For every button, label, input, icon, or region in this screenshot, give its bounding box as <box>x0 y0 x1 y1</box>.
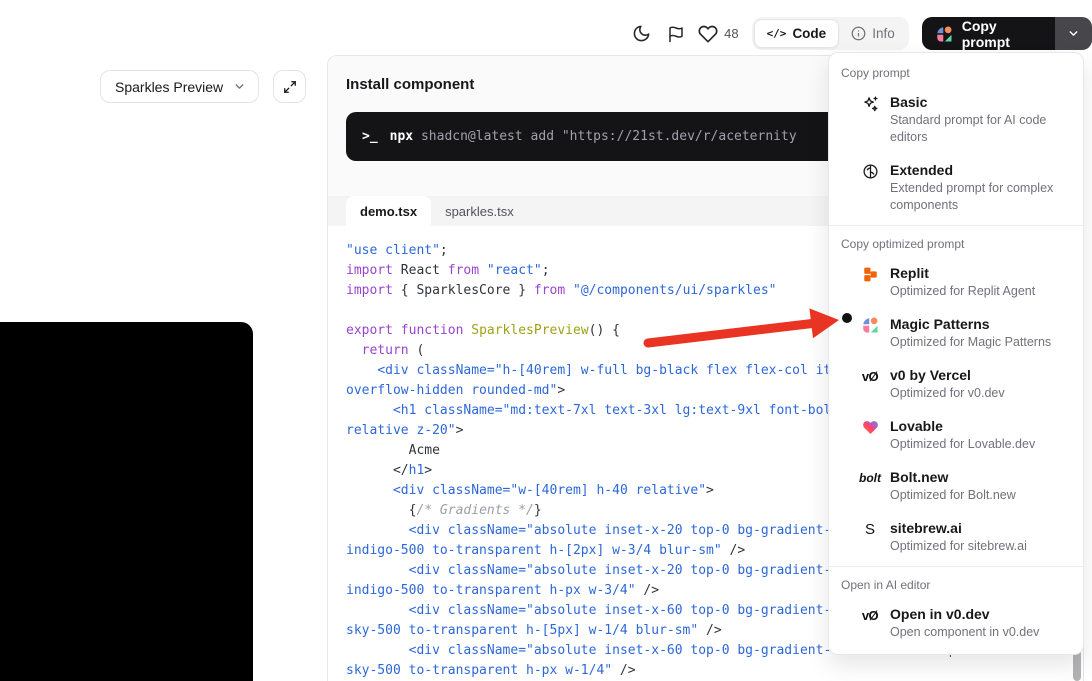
bolt-icon: bolt <box>860 468 880 488</box>
menu-section-label: Open in AI editor <box>829 571 1083 597</box>
expand-icon <box>283 80 297 94</box>
info-icon <box>851 26 866 41</box>
preview-controls: Sparkles Preview <box>100 70 306 103</box>
menu-item-title: Bolt.new <box>890 467 1071 487</box>
info-label: Info <box>872 26 895 41</box>
likes[interactable]: 48 <box>698 24 738 44</box>
menu-item-text: v0 by VercelOptimized for v0.dev <box>890 365 1071 402</box>
chevron-down-icon <box>233 80 246 93</box>
preview-selector[interactable]: Sparkles Preview <box>100 70 259 103</box>
tab-info[interactable]: Info <box>839 19 907 48</box>
menu-item-open-in-v0-dev[interactable]: vØ Open in v0.devOpen component in v0.dev <box>829 597 1083 648</box>
menu-item-description: Extended prompt for complex components <box>890 180 1071 214</box>
theme-toggle-moon-icon[interactable] <box>628 20 654 48</box>
menu-item-title: Replit <box>890 263 1071 283</box>
sparkles-icon <box>860 93 880 113</box>
menu-item-title: Lovable <box>890 416 1071 436</box>
menu-item-description: Optimized for Replit Agent <box>890 283 1071 300</box>
menu-item-description: Optimized for Magic Patterns <box>890 334 1071 351</box>
expand-preview-button[interactable] <box>273 70 306 103</box>
code-line: sky-500 to-transparent h-px w-1/4" /> <box>346 661 1083 681</box>
menu-section: Open in AI editor vØ Open in v0.devOpen co… <box>829 566 1083 648</box>
menu-section: Copy optimized promptReplitOptimized for… <box>829 225 1083 562</box>
menu-item-lovable[interactable]: LovableOptimized for Lovable.dev <box>829 409 1083 460</box>
sitebrew-icon: S <box>860 519 880 539</box>
menu-item-title: Basic <box>890 92 1071 112</box>
menu-section: Copy prompt BasicStandard prompt for AI c… <box>829 59 1083 221</box>
menu-item-title: v0 by Vercel <box>890 365 1071 385</box>
code-label: Code <box>792 26 826 41</box>
menu-item-description: Optimized for v0.dev <box>890 385 1071 402</box>
menu-section-label: Copy optimized prompt <box>829 230 1083 256</box>
likes-count: 48 <box>724 26 738 41</box>
menu-item-text: ReplitOptimized for Replit Agent <box>890 263 1071 300</box>
install-command: npx shadcn@latest add "https://21st.dev/… <box>390 129 797 144</box>
menu-item-title: Extended <box>890 160 1071 180</box>
tab-code[interactable]: </> Code <box>754 19 840 48</box>
menu-item-replit[interactable]: ReplitOptimized for Replit Agent <box>829 256 1083 307</box>
chevron-down-icon <box>1067 27 1080 40</box>
tab-demo-tsx[interactable]: demo.tsx <box>346 196 431 226</box>
copy-prompt-label: Copy prompt <box>962 18 1040 50</box>
code-icon: </> <box>767 27 787 40</box>
menu-item-description: Optimized for Bolt.new <box>890 487 1071 504</box>
component-preview-canvas <box>0 322 253 681</box>
menu-item-title: sitebrew.ai <box>890 518 1071 538</box>
replit-icon <box>860 264 880 284</box>
copy-prompt-button[interactable]: Copy prompt <box>922 17 1054 50</box>
copy-prompt-split-button: Copy prompt <box>922 17 1092 50</box>
menu-item-description: Open component in v0.dev <box>890 624 1071 641</box>
menu-item-description: Standard prompt for AI code editors <box>890 112 1071 146</box>
menu-item-description: Optimized for sitebrew.ai <box>890 538 1071 555</box>
annotation-target-dot <box>842 313 852 323</box>
menu-item-text: sitebrew.aiOptimized for sitebrew.ai <box>890 518 1071 555</box>
menu-item-title: Magic Patterns <box>890 314 1071 334</box>
menu-item-v0-by-vercel[interactable]: vØ v0 by VercelOptimized for v0.dev <box>829 358 1083 409</box>
copy-prompt-dropdown-toggle[interactable] <box>1053 17 1092 50</box>
menu-item-bolt-new[interactable]: bolt Bolt.newOptimized for Bolt.new <box>829 460 1083 511</box>
copy-prompt-dropdown-menu: Copy prompt BasicStandard prompt for AI c… <box>828 52 1084 655</box>
menu-item-description: Optimized for Lovable.dev <box>890 436 1071 453</box>
brain-icon <box>860 161 880 181</box>
v0-icon: vØ <box>860 366 880 386</box>
code-info-segmented-control: </> Code Info <box>752 17 909 50</box>
tab-sparkles-tsx[interactable]: sparkles.tsx <box>431 196 528 226</box>
menu-item-sitebrew-ai[interactable]: Ssitebrew.aiOptimized for sitebrew.ai <box>829 511 1083 562</box>
menu-item-text: Magic PatternsOptimized for Magic Patter… <box>890 314 1071 351</box>
install-title: Install component <box>346 76 474 93</box>
flag-icon[interactable] <box>663 20 689 48</box>
menu-item-text: LovableOptimized for Lovable.dev <box>890 416 1071 453</box>
v0-icon: vØ <box>860 605 880 625</box>
menu-item-text: BasicStandard prompt for AI code editors <box>890 92 1071 146</box>
menu-item-title: Open in v0.dev <box>890 604 1071 624</box>
preview-selector-label: Sparkles Preview <box>115 79 223 95</box>
menu-item-basic[interactable]: BasicStandard prompt for AI code editors <box>829 85 1083 153</box>
magic-patterns-icon <box>934 24 954 44</box>
magic-patterns-icon <box>860 315 880 335</box>
menu-item-extended[interactable]: ExtendedExtended prompt for complex comp… <box>829 153 1083 221</box>
menu-item-text: Open in v0.devOpen component in v0.dev <box>890 604 1071 641</box>
toolbar: 48 </> Code Info Copy prompt <box>628 17 1092 50</box>
heart-icon <box>698 24 718 44</box>
menu-item-text: Bolt.newOptimized for Bolt.new <box>890 467 1071 504</box>
terminal-prompt-icon: >_ <box>362 129 378 144</box>
menu-item-text: ExtendedExtended prompt for complex comp… <box>890 160 1071 214</box>
lovable-icon <box>860 417 880 437</box>
menu-section-label: Copy prompt <box>829 59 1083 85</box>
menu-item-magic-patterns[interactable]: Magic PatternsOptimized for Magic Patter… <box>829 307 1083 358</box>
